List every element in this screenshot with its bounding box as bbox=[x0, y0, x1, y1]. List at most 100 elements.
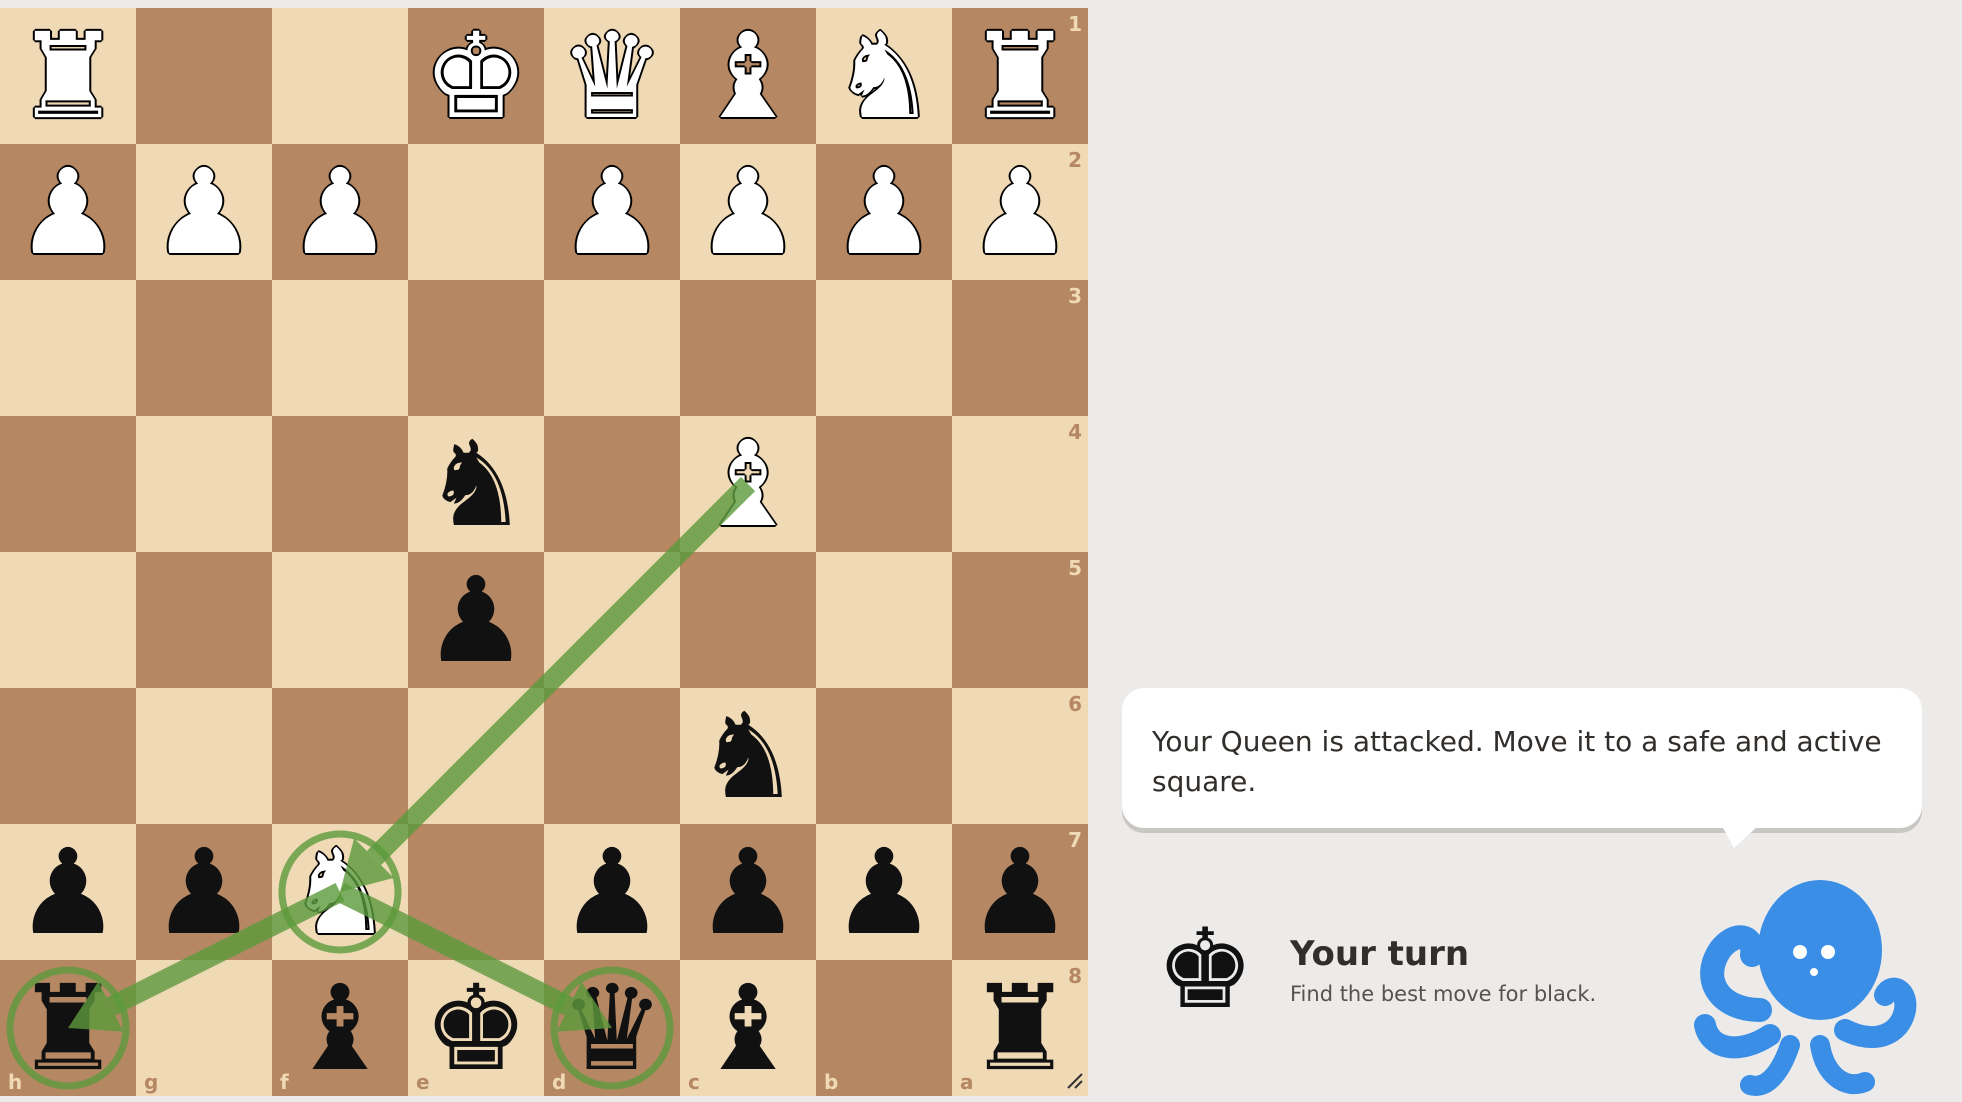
square-b4[interactable] bbox=[816, 416, 952, 552]
square-e2[interactable] bbox=[408, 144, 544, 280]
chess-board[interactable]: ♜ ♚ ♛ ♝ ♞ ♜ 1 ♟ ♟ ♟ ♟ ♟ ♟ ♟ 2 3 ♞ ♝ 4 ♟ 5 ♞ 6 ♟ ♟ ♞ ♟ ♟ ♟ ♟ 7 ♜ h g ♝ f ♚ e ♛ d… bbox=[0, 8, 1088, 1096]
file-label: h bbox=[8, 1070, 23, 1094]
white-knight-piece[interactable]: ♞ bbox=[272, 824, 408, 960]
white-pawn-piece[interactable]: ♟ bbox=[544, 144, 680, 280]
square-c6[interactable]: ♞ bbox=[680, 688, 816, 824]
black-pawn-piece[interactable]: ♟ bbox=[408, 552, 544, 688]
square-f2[interactable]: ♟ bbox=[272, 144, 408, 280]
board-resize-handle[interactable] bbox=[1066, 1072, 1084, 1090]
square-b3[interactable] bbox=[816, 280, 952, 416]
square-e4[interactable]: ♞ bbox=[408, 416, 544, 552]
square-g3[interactable] bbox=[136, 280, 272, 416]
square-c5[interactable] bbox=[680, 552, 816, 688]
black-pawn-piece[interactable]: ♟ bbox=[544, 824, 680, 960]
square-d3[interactable] bbox=[544, 280, 680, 416]
black-pawn-piece[interactable]: ♟ bbox=[136, 824, 272, 960]
square-d8[interactable]: ♛ d bbox=[544, 960, 680, 1096]
white-king-piece[interactable]: ♚ bbox=[408, 8, 544, 144]
black-bishop-piece[interactable]: ♝ bbox=[680, 960, 816, 1096]
white-knight-piece[interactable]: ♞ bbox=[816, 8, 952, 144]
rank-label: 5 bbox=[1068, 556, 1082, 580]
square-h2[interactable]: ♟ bbox=[0, 144, 136, 280]
file-label: g bbox=[144, 1070, 159, 1094]
square-g4[interactable] bbox=[136, 416, 272, 552]
square-h3[interactable] bbox=[0, 280, 136, 416]
black-knight-piece[interactable]: ♞ bbox=[408, 416, 544, 552]
white-queen-piece[interactable]: ♛ bbox=[544, 8, 680, 144]
square-a2[interactable]: ♟ 2 bbox=[952, 144, 1088, 280]
square-g8[interactable]: g bbox=[136, 960, 272, 1096]
square-d1[interactable]: ♛ bbox=[544, 8, 680, 144]
rank-label: 7 bbox=[1068, 828, 1082, 852]
file-label: b bbox=[824, 1070, 839, 1094]
speech-bubble-tail bbox=[1722, 826, 1758, 848]
octopus-icon bbox=[1694, 880, 1917, 1096]
square-c1[interactable]: ♝ bbox=[680, 8, 816, 144]
square-f1[interactable] bbox=[272, 8, 408, 144]
black-pawn-piece[interactable]: ♟ bbox=[0, 824, 136, 960]
black-pawn-piece[interactable]: ♟ bbox=[816, 824, 952, 960]
square-b8[interactable]: b bbox=[816, 960, 952, 1096]
square-a4[interactable]: 4 bbox=[952, 416, 1088, 552]
square-f3[interactable] bbox=[272, 280, 408, 416]
white-pawn-piece[interactable]: ♟ bbox=[680, 144, 816, 280]
square-d5[interactable] bbox=[544, 552, 680, 688]
square-f4[interactable] bbox=[272, 416, 408, 552]
square-e8[interactable]: ♚ e bbox=[408, 960, 544, 1096]
square-a1[interactable]: ♜ 1 bbox=[952, 8, 1088, 144]
square-g7[interactable]: ♟ bbox=[136, 824, 272, 960]
coach-message: Your Queen is attacked. Move it to a saf… bbox=[1152, 725, 1882, 798]
square-e3[interactable] bbox=[408, 280, 544, 416]
square-h1[interactable]: ♜ bbox=[0, 8, 136, 144]
square-f8[interactable]: ♝ f bbox=[272, 960, 408, 1096]
square-c8[interactable]: ♝ c bbox=[680, 960, 816, 1096]
square-b6[interactable] bbox=[816, 688, 952, 824]
square-c7[interactable]: ♟ bbox=[680, 824, 816, 960]
rank-label: 3 bbox=[1068, 284, 1082, 308]
square-h7[interactable]: ♟ bbox=[0, 824, 136, 960]
square-g6[interactable] bbox=[136, 688, 272, 824]
rank-label: 4 bbox=[1068, 420, 1082, 444]
square-a6[interactable]: 6 bbox=[952, 688, 1088, 824]
file-label: c bbox=[688, 1070, 700, 1094]
white-pawn-piece[interactable]: ♟ bbox=[816, 144, 952, 280]
square-b2[interactable]: ♟ bbox=[816, 144, 952, 280]
black-knight-piece[interactable]: ♞ bbox=[680, 688, 816, 824]
square-d4[interactable] bbox=[544, 416, 680, 552]
square-e7[interactable] bbox=[408, 824, 544, 960]
square-c3[interactable] bbox=[680, 280, 816, 416]
square-h5[interactable] bbox=[0, 552, 136, 688]
square-d6[interactable] bbox=[544, 688, 680, 824]
white-pawn-piece[interactable]: ♟ bbox=[272, 144, 408, 280]
square-h4[interactable] bbox=[0, 416, 136, 552]
white-rook-piece[interactable]: ♜ bbox=[0, 8, 136, 144]
square-e6[interactable] bbox=[408, 688, 544, 824]
black-pawn-piece[interactable]: ♟ bbox=[680, 824, 816, 960]
square-a7[interactable]: ♟ 7 bbox=[952, 824, 1088, 960]
square-a3[interactable]: 3 bbox=[952, 280, 1088, 416]
square-b5[interactable] bbox=[816, 552, 952, 688]
square-f7[interactable]: ♞ bbox=[272, 824, 408, 960]
square-a5[interactable]: 5 bbox=[952, 552, 1088, 688]
square-d2[interactable]: ♟ bbox=[544, 144, 680, 280]
square-b7[interactable]: ♟ bbox=[816, 824, 952, 960]
square-g1[interactable] bbox=[136, 8, 272, 144]
square-f6[interactable] bbox=[272, 688, 408, 824]
square-c2[interactable]: ♟ bbox=[680, 144, 816, 280]
white-bishop-piece[interactable]: ♝ bbox=[680, 416, 816, 552]
square-d7[interactable]: ♟ bbox=[544, 824, 680, 960]
square-h8[interactable]: ♜ h bbox=[0, 960, 136, 1096]
square-b1[interactable]: ♞ bbox=[816, 8, 952, 144]
file-label: f bbox=[280, 1070, 289, 1094]
white-bishop-piece[interactable]: ♝ bbox=[680, 8, 816, 144]
black-bishop-piece[interactable]: ♝ bbox=[272, 960, 408, 1096]
square-g2[interactable]: ♟ bbox=[136, 144, 272, 280]
square-h6[interactable] bbox=[0, 688, 136, 824]
square-c4[interactable]: ♝ bbox=[680, 416, 816, 552]
square-e1[interactable]: ♚ bbox=[408, 8, 544, 144]
square-e5[interactable]: ♟ bbox=[408, 552, 544, 688]
square-f5[interactable] bbox=[272, 552, 408, 688]
white-pawn-piece[interactable]: ♟ bbox=[136, 144, 272, 280]
white-pawn-piece[interactable]: ♟ bbox=[0, 144, 136, 280]
square-g5[interactable] bbox=[136, 552, 272, 688]
